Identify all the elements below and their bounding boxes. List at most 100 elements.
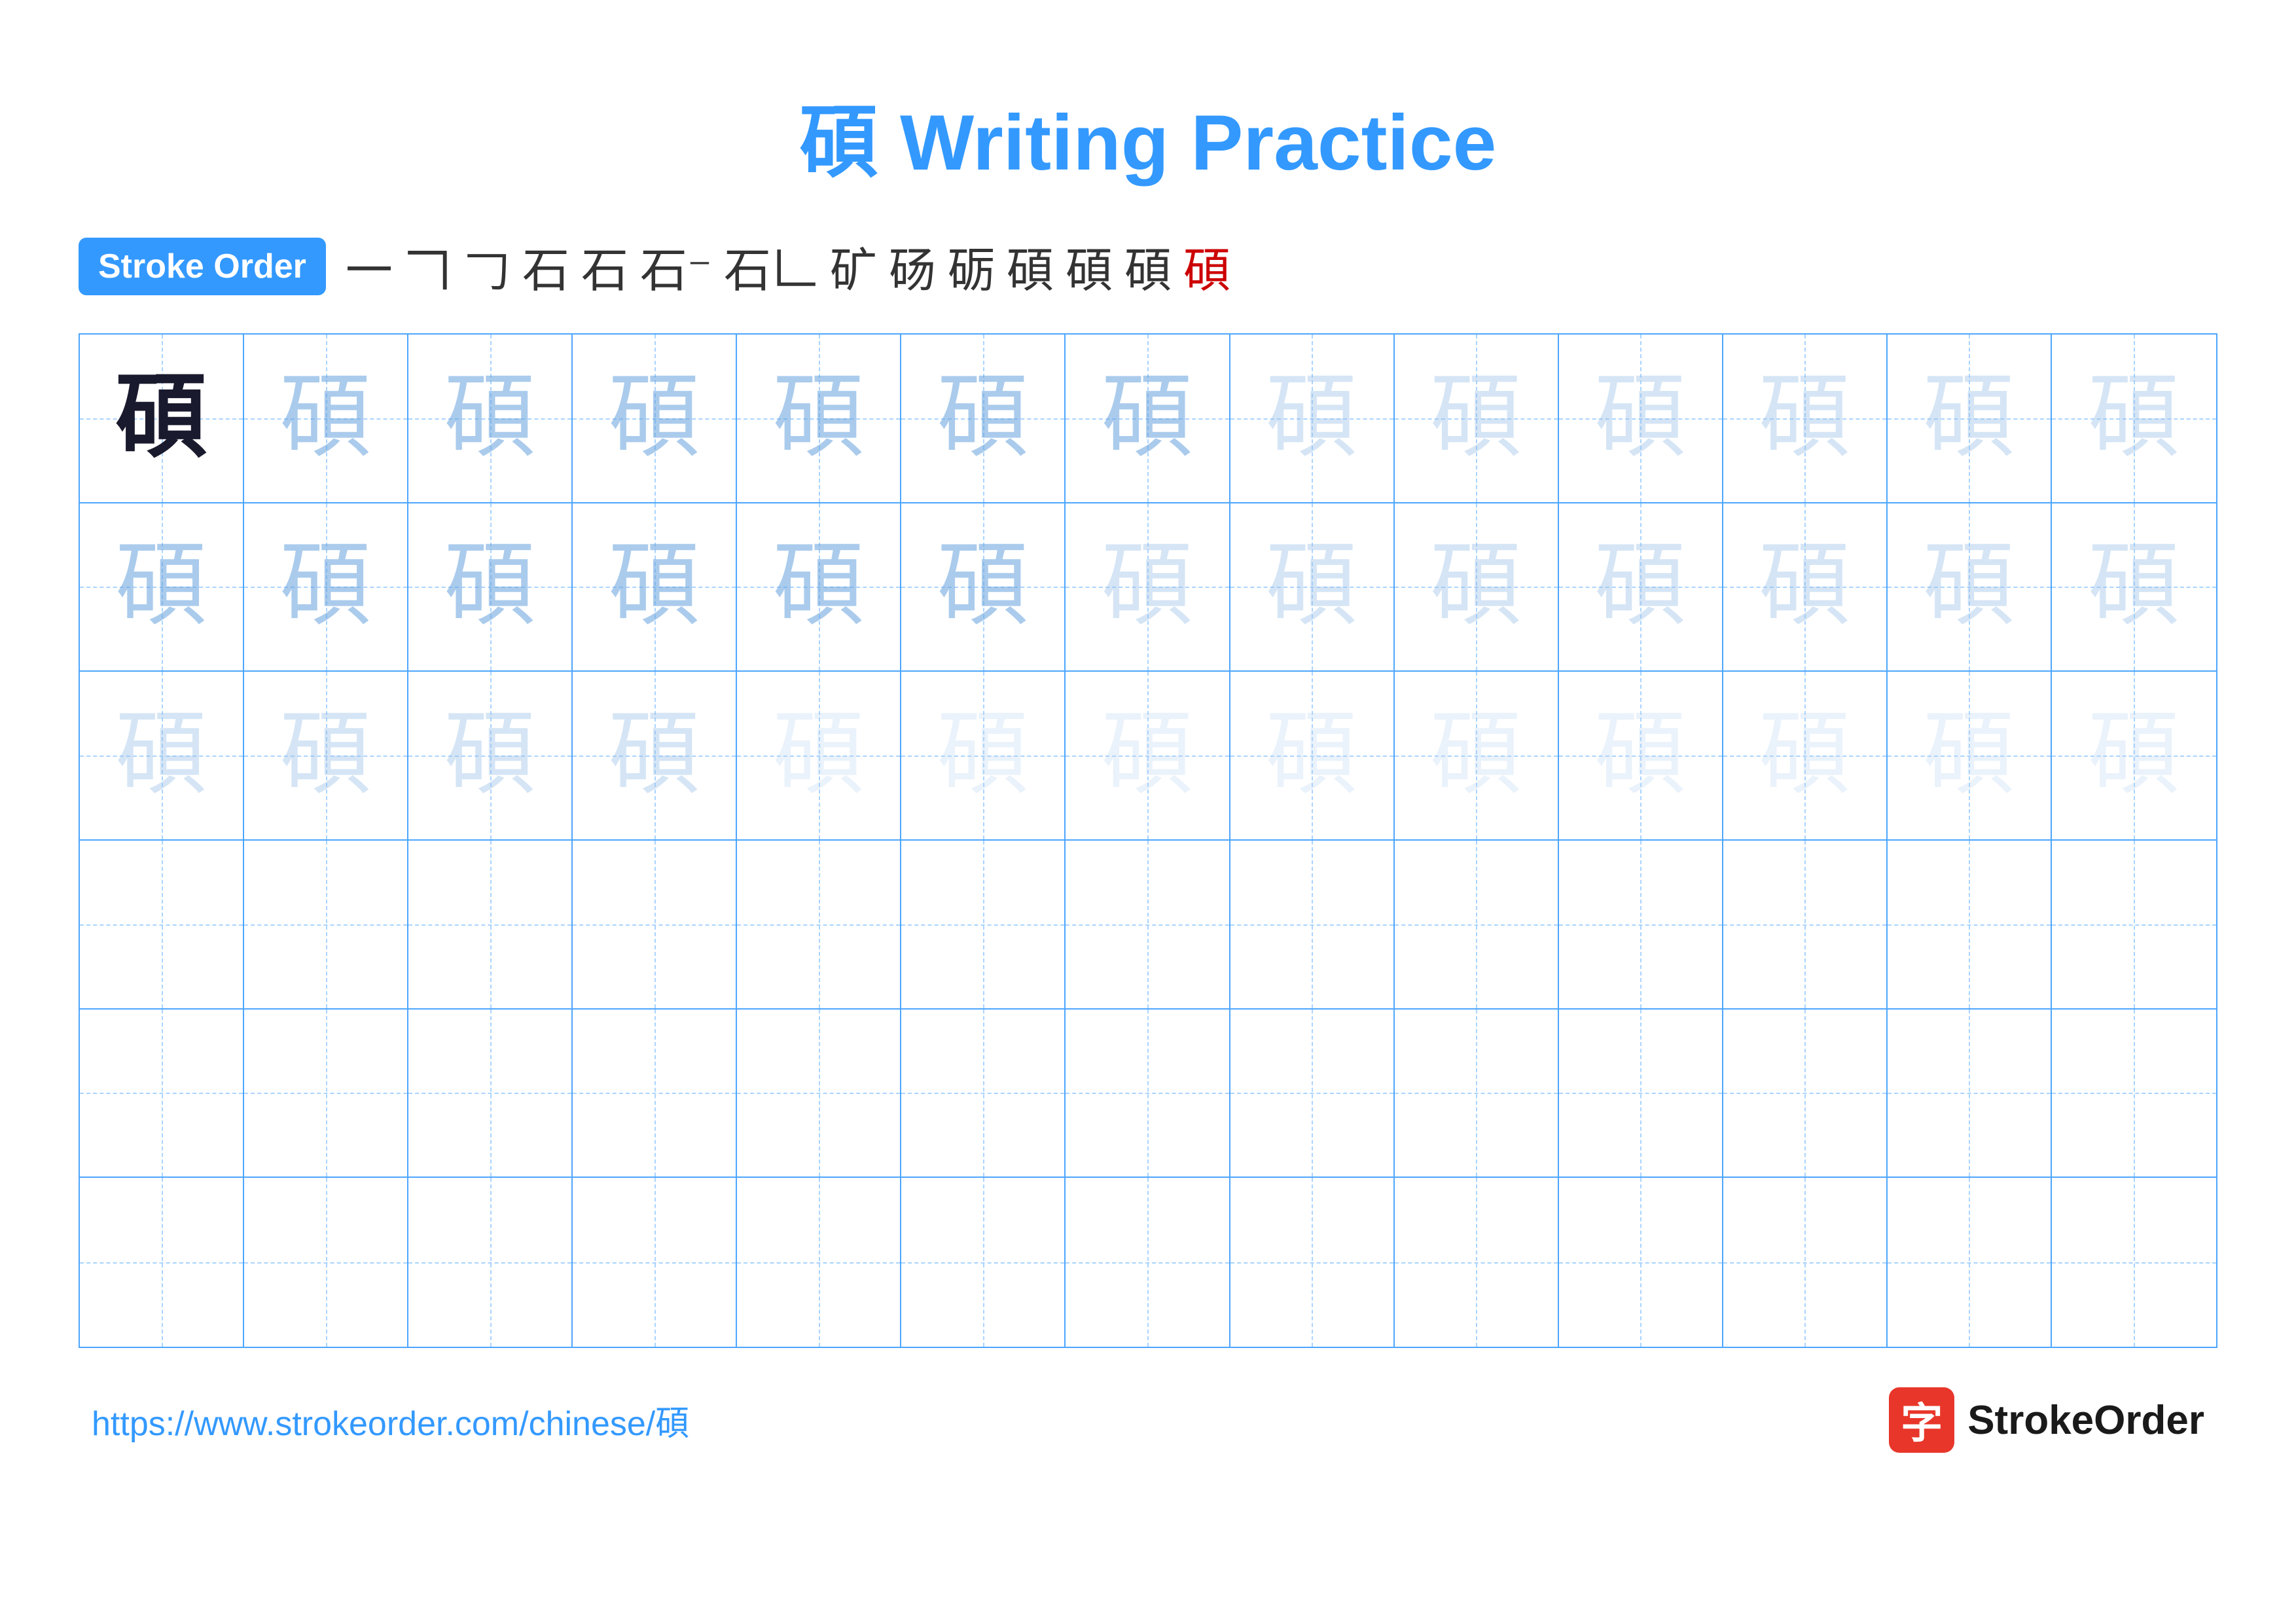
grid-cell: 碩	[1559, 672, 1723, 839]
grid-cell: 碩	[1066, 503, 1230, 671]
grid-cell	[408, 841, 573, 1008]
grid-cell	[901, 1010, 1066, 1177]
grid-cell: 碩	[2052, 503, 2216, 671]
grid-cell	[573, 841, 737, 1008]
grid-cell	[737, 1178, 901, 1347]
grid-cell: 碩	[1230, 503, 1395, 671]
grid-cell	[80, 841, 244, 1008]
stroke-order-badge: Stroke Order	[79, 238, 326, 295]
stroke-12: 碩	[1066, 232, 1113, 301]
practice-char: 碩	[937, 373, 1029, 464]
grid-cell	[408, 1178, 573, 1347]
practice-char: 碩	[1759, 373, 1850, 464]
grid-cell	[1230, 1178, 1395, 1347]
stroke-7: 石𠃊	[724, 232, 818, 301]
grid-cell: 碩	[2052, 335, 2216, 502]
practice-char: 碩	[1923, 710, 2015, 801]
grid-row: 碩碩碩碩碩碩碩碩碩碩碩碩碩	[80, 672, 2216, 841]
stroke-sequence: 一 𠃍 𠃌 石 石 石⁻ 石𠃊 矿 砀 砺 碩 碩 碩 碩	[346, 232, 1230, 301]
grid-cell: 碩	[1723, 672, 1888, 839]
stroke-9: 砀	[889, 232, 936, 301]
grid-row: 碩碩碩碩碩碩碩碩碩碩碩碩碩	[80, 503, 2216, 672]
grid-cell	[1230, 841, 1395, 1008]
grid-cell: 碩	[80, 672, 244, 839]
grid-cell: 碩	[1395, 335, 1559, 502]
practice-char: 碩	[1759, 710, 1850, 801]
grid-row	[80, 1178, 2216, 1347]
practice-char: 碩	[609, 541, 700, 632]
grid-cell: 碩	[1888, 672, 2052, 839]
grid-cell	[1559, 1178, 1723, 1347]
practice-char: 碩	[937, 541, 1029, 632]
practice-char: 碩	[1266, 710, 1357, 801]
grid-cell: 碩	[408, 672, 573, 839]
grid-cell	[1888, 1178, 2052, 1347]
grid-cell: 碩	[1888, 503, 2052, 671]
practice-char: 碩	[609, 373, 700, 464]
grid-cell: 碩	[573, 672, 737, 839]
practice-char: 碩	[444, 373, 536, 464]
grid-cell	[1723, 1010, 1888, 1177]
grid-cell: 碩	[901, 503, 1066, 671]
grid-cell	[1888, 1010, 2052, 1177]
grid-cell	[1395, 841, 1559, 1008]
stroke-13: 碩	[1124, 232, 1172, 301]
grid-cell: 碩	[737, 672, 901, 839]
grid-cell: 碩	[1230, 335, 1395, 502]
grid-row: 碩碩碩碩碩碩碩碩碩碩碩碩碩	[80, 335, 2216, 503]
grid-cell	[244, 841, 408, 1008]
practice-char: 碩	[773, 541, 865, 632]
practice-char: 碩	[116, 541, 207, 632]
practice-char: 碩	[1102, 710, 1193, 801]
footer: https://www.strokeorder.com/chinese/碩 字 …	[79, 1387, 2217, 1453]
grid-cell: 碩	[1395, 503, 1559, 671]
grid-cell	[573, 1178, 737, 1347]
grid-cell	[2052, 1010, 2216, 1177]
practice-char: 碩	[1759, 541, 1850, 632]
grid-cell	[1888, 841, 2052, 1008]
stroke-4: 石	[522, 232, 569, 301]
page-title: 碩 Writing Practice	[79, 79, 2217, 192]
practice-char: 碩	[2088, 541, 2179, 632]
grid-cell: 碩	[1723, 335, 1888, 502]
grid-cell	[737, 841, 901, 1008]
grid-cell	[2052, 841, 2216, 1008]
practice-char: 碩	[1430, 373, 1522, 464]
grid-cell	[1066, 841, 1230, 1008]
grid-cell	[1559, 1010, 1723, 1177]
practice-char: 碩	[444, 541, 536, 632]
grid-cell: 碩	[737, 335, 901, 502]
practice-char: 碩	[1430, 541, 1522, 632]
practice-char: 碩	[773, 710, 865, 801]
grid-cell	[2052, 1178, 2216, 1347]
practice-char: 碩	[1266, 541, 1357, 632]
stroke-2: 𠃍	[404, 232, 452, 301]
stroke-5: 石	[581, 232, 628, 301]
practice-char: 碩	[1923, 373, 2015, 464]
grid-cell: 碩	[1888, 335, 2052, 502]
practice-char: 碩	[116, 710, 207, 801]
practice-char: 碩	[1594, 710, 1686, 801]
practice-char: 碩	[773, 373, 865, 464]
grid-cell	[901, 841, 1066, 1008]
grid-cell: 碩	[80, 503, 244, 671]
practice-char: 碩	[937, 710, 1029, 801]
grid-cell	[80, 1010, 244, 1177]
grid-cell: 碩	[244, 335, 408, 502]
grid-cell: 碩	[408, 503, 573, 671]
grid-cell	[737, 1010, 901, 1177]
grid-cell: 碩	[1395, 672, 1559, 839]
grid-cell	[573, 1010, 737, 1177]
grid-cell: 碩	[244, 503, 408, 671]
grid-cell: 碩	[901, 335, 1066, 502]
grid-cell: 碩	[1230, 672, 1395, 839]
stroke-11: 碩	[1007, 232, 1054, 301]
stroke-6: 石⁻	[640, 232, 712, 301]
stroke-14: 碩	[1183, 232, 1230, 301]
grid-cell: 碩	[1066, 335, 1230, 502]
stroke-1: 一	[346, 232, 393, 301]
grid-cell	[244, 1178, 408, 1347]
practice-grid: 碩碩碩碩碩碩碩碩碩碩碩碩碩碩碩碩碩碩碩碩碩碩碩碩碩碩碩碩碩碩碩碩碩碩碩碩碩碩碩	[79, 333, 2217, 1348]
practice-char: 碩	[280, 710, 372, 801]
grid-cell	[1066, 1010, 1230, 1177]
